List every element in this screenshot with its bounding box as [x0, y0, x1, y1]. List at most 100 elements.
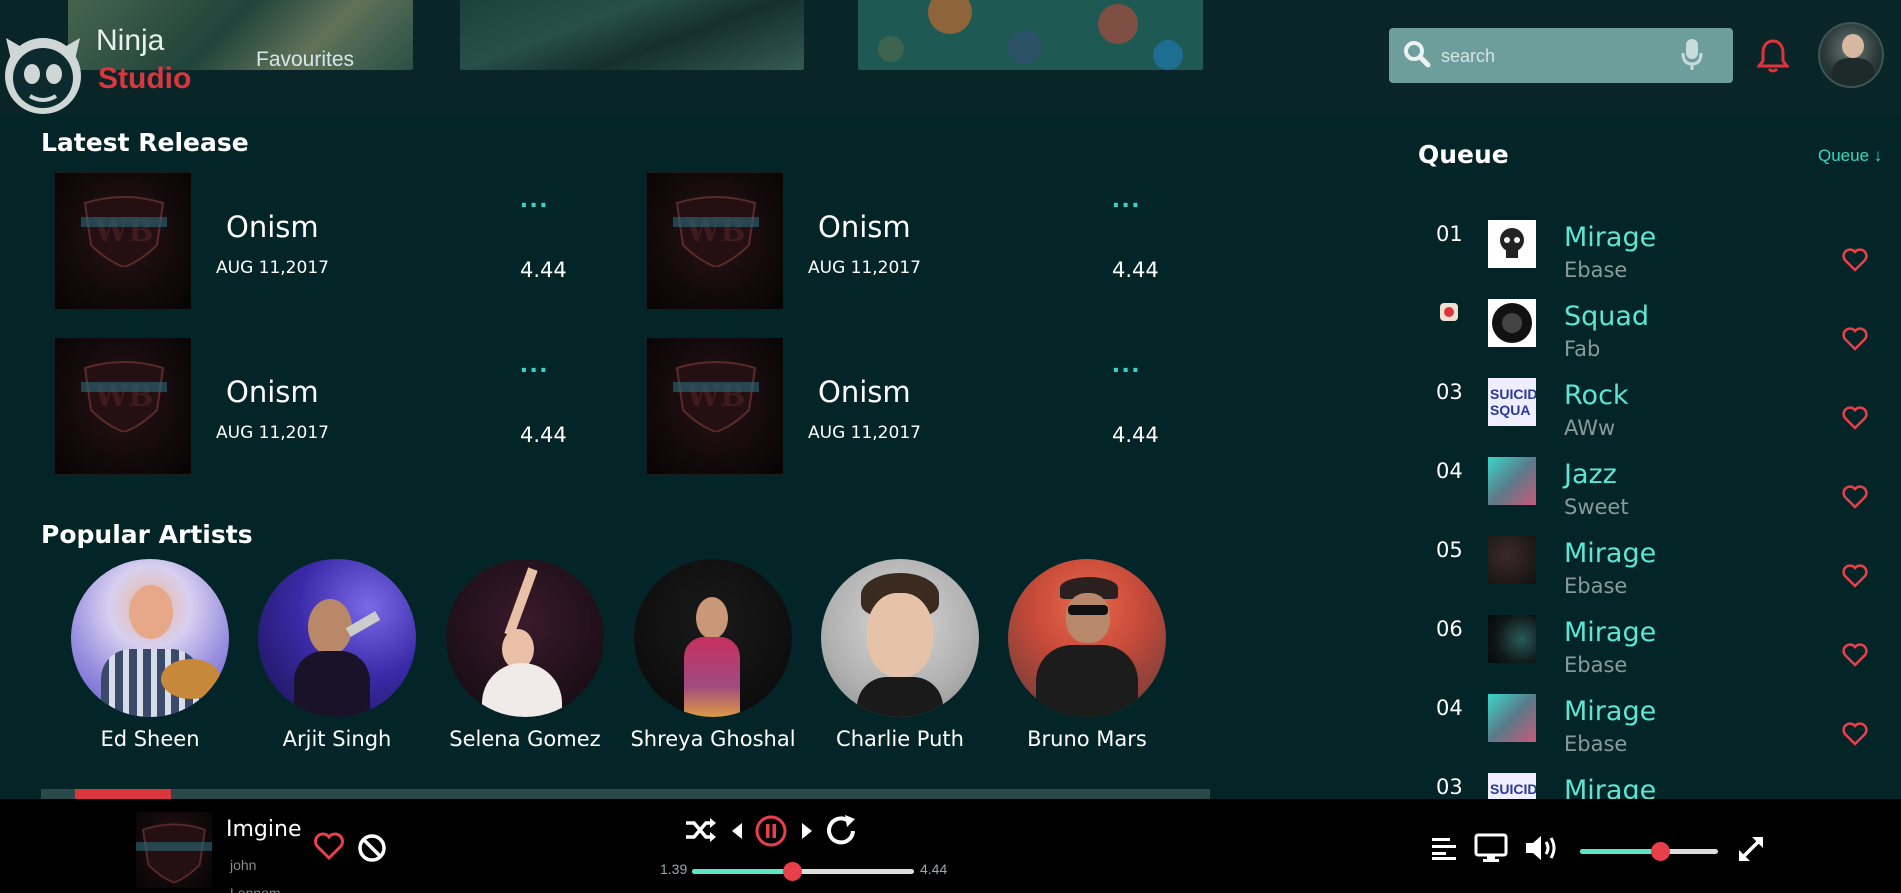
queue-track-title[interactable]: Mirage — [1564, 538, 1656, 569]
playlist-icon[interactable] — [1430, 835, 1458, 861]
queue-thumbnail — [1488, 299, 1536, 347]
queue-track-title[interactable]: Mirage — [1564, 222, 1656, 253]
artist-card[interactable]: Bruno Mars — [1002, 559, 1172, 751]
artist-name[interactable]: Ed Sheen — [65, 727, 235, 751]
artist-card[interactable]: Charlie Puth — [815, 559, 985, 751]
progress-knob[interactable] — [782, 862, 802, 881]
heart-icon[interactable] — [1842, 248, 1868, 272]
shuffle-icon[interactable] — [684, 815, 718, 845]
now-playing-cover[interactable] — [136, 812, 212, 888]
artist-photo[interactable] — [258, 559, 416, 717]
now-playing-title[interactable]: Imgine — [226, 817, 301, 842]
release-cover[interactable]: WB — [54, 337, 192, 475]
elapsed-time: 1.39 — [660, 861, 688, 877]
release-card[interactable]: WB Onism AUG 11,2017 ... 4.44 — [646, 337, 1206, 477]
search-icon[interactable] — [1403, 40, 1431, 68]
favourites-link[interactable]: Favourites — [256, 48, 354, 72]
queue-track-artist: Ebase — [1564, 258, 1628, 282]
queue-item[interactable]: 06 Mirage Ebase — [1418, 611, 1888, 689]
artist-name[interactable]: Bruno Mars — [1002, 727, 1172, 751]
next-icon[interactable] — [800, 821, 814, 841]
queue-item[interactable]: 03 SUICID SQUA Rock AWw — [1418, 374, 1888, 452]
queue-item[interactable]: 03 SUICID Mirage — [1418, 769, 1888, 799]
artist-photo[interactable] — [821, 559, 979, 717]
heart-icon[interactable] — [314, 832, 344, 860]
artist-name[interactable]: Shreya Ghoshal — [628, 727, 798, 751]
release-card[interactable]: WB Onism AUG 11,2017 ... 4.44 — [646, 172, 1206, 312]
queue-track-title[interactable]: Rock — [1564, 380, 1629, 411]
queue-item[interactable]: 05 Mirage Ebase — [1418, 532, 1888, 610]
queue-item[interactable]: 04 Mirage Ebase — [1418, 690, 1888, 768]
queue-track-title[interactable]: Mirage — [1564, 775, 1656, 799]
artist-name[interactable]: Charlie Puth — [815, 727, 985, 751]
heart-icon[interactable] — [1842, 722, 1868, 746]
now-playing-artist: john Lennom — [230, 857, 281, 893]
heart-icon[interactable] — [1842, 406, 1868, 430]
pause-icon[interactable] — [755, 815, 787, 847]
queue-item[interactable]: 01 Mirage Ebase — [1418, 216, 1888, 294]
queue-track-title[interactable]: Mirage — [1564, 617, 1656, 648]
artist-card[interactable]: Ed Sheen — [65, 559, 235, 751]
artist-name[interactable]: Selena Gomez — [440, 727, 610, 751]
artist-card[interactable]: Shreya Ghoshal — [628, 559, 798, 751]
queue-number: 01 — [1436, 222, 1463, 246]
block-icon[interactable] — [357, 833, 387, 863]
napster-logo-icon[interactable] — [0, 30, 86, 114]
volume-icon[interactable] — [1524, 833, 1560, 863]
artist-photo[interactable] — [71, 559, 229, 717]
more-options-icon[interactable]: ... — [1112, 347, 1141, 379]
volume-knob[interactable] — [1651, 842, 1671, 861]
queue-thumbnail — [1488, 536, 1536, 584]
release-card[interactable]: WB Onism AUG 11,2017 ... 4.44 — [54, 337, 614, 477]
artist-photo[interactable] — [634, 559, 792, 717]
search-input[interactable] — [1441, 42, 1671, 70]
more-options-icon[interactable]: ... — [520, 182, 549, 214]
artist-photo[interactable] — [446, 559, 604, 717]
artist-name[interactable]: Arjit Singh — [252, 727, 422, 751]
queue-number: 04 — [1436, 696, 1463, 720]
user-avatar[interactable] — [1818, 22, 1884, 88]
release-date: AUG 11,2017 — [216, 423, 329, 443]
queue-item[interactable]: Squad Fab — [1418, 295, 1888, 373]
artist-photo[interactable] — [1008, 559, 1166, 717]
notification-bell-icon[interactable] — [1757, 38, 1789, 74]
more-options-icon[interactable]: ... — [1112, 182, 1141, 214]
queue-track-title[interactable]: Jazz — [1564, 459, 1617, 490]
playing-indicator-icon — [1440, 303, 1458, 321]
heart-icon[interactable] — [1842, 643, 1868, 667]
release-cover[interactable]: WB — [646, 172, 784, 310]
microphone-icon[interactable] — [1681, 38, 1703, 72]
heart-icon[interactable] — [1842, 327, 1868, 351]
progress-bar[interactable] — [692, 862, 914, 881]
wb-shield-logo-icon: WB — [81, 196, 167, 267]
queue-toggle-link[interactable]: Queue ↓ — [1818, 146, 1882, 166]
artist-card[interactable]: Arjit Singh — [252, 559, 422, 751]
queue-thumbnail: SUICID SQUA — [1488, 378, 1536, 426]
previous-icon[interactable] — [730, 821, 744, 841]
release-title[interactable]: Onism — [226, 375, 319, 409]
volume-slider[interactable] — [1580, 842, 1718, 861]
release-title[interactable]: Onism — [818, 210, 911, 244]
queue-number: 03 — [1436, 380, 1463, 404]
queue-track-title[interactable]: Mirage — [1564, 696, 1656, 727]
release-cover[interactable]: WB — [54, 172, 192, 310]
release-duration: 4.44 — [1112, 258, 1159, 282]
queue-thumbnail — [1488, 220, 1536, 268]
release-card[interactable]: WB Onism AUG 11,2017 ... 4.44 — [54, 172, 614, 312]
repeat-icon[interactable] — [825, 815, 859, 847]
release-duration: 4.44 — [1112, 423, 1159, 447]
more-options-icon[interactable]: ... — [520, 347, 549, 379]
heart-icon[interactable] — [1842, 485, 1868, 509]
heart-icon[interactable] — [1842, 564, 1868, 588]
fullscreen-icon[interactable] — [1736, 834, 1766, 864]
screen-cast-icon[interactable] — [1474, 833, 1508, 863]
release-title[interactable]: Onism — [818, 375, 911, 409]
total-time: 4.44 — [920, 861, 948, 877]
top-header: Ninja Studio Favourites — [0, 0, 1901, 114]
release-title[interactable]: Onism — [226, 210, 319, 244]
search-bar[interactable] — [1389, 28, 1733, 83]
artist-card[interactable]: Selena Gomez — [440, 559, 610, 751]
queue-track-title[interactable]: Squad — [1564, 301, 1649, 332]
release-cover[interactable]: WB — [646, 337, 784, 475]
queue-item[interactable]: 04 Jazz Sweet — [1418, 453, 1888, 531]
